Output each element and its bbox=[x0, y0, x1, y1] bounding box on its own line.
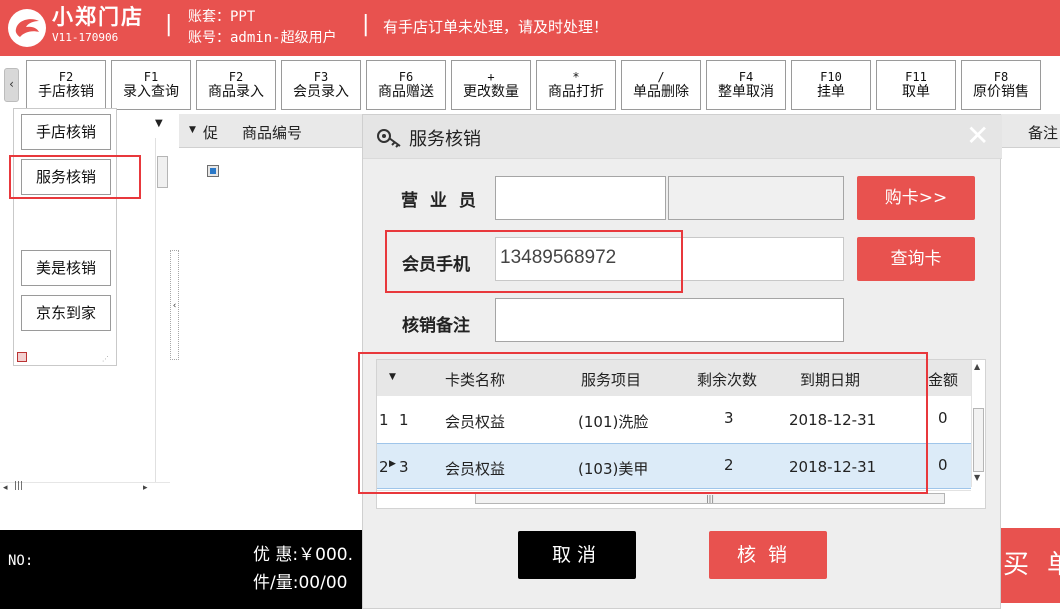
toolbar-button-shortcut: * bbox=[572, 70, 580, 84]
query-card-button[interactable]: 查询卡 bbox=[857, 237, 975, 281]
side-menu: 手店核销 服务核销 美是核销 京东到家 ⋰ bbox=[13, 108, 117, 366]
function-toolbar: ‹ F2 手店核销 F1 录入查询 F2 商品录入 F3 会员录入 F6 商品赠送 + 更改数量 * 商品… bbox=[0, 56, 1060, 112]
app-header: 小郑门店 V11-170906 | 账套：PPT 账号：admin-超级用户 |… bbox=[0, 0, 1060, 56]
highlight-member-phone bbox=[385, 230, 683, 293]
salesperson-name-field bbox=[668, 176, 844, 220]
verify-note-label: 核销备注 bbox=[402, 316, 470, 336]
left-scrollbar[interactable] bbox=[155, 138, 169, 483]
checkout-button[interactable]: 买单 bbox=[1001, 528, 1060, 603]
row-select-checkbox[interactable] bbox=[207, 165, 219, 177]
amount-cell: 0 bbox=[938, 409, 948, 427]
toolbar-button-label: 商品打折 bbox=[548, 84, 604, 100]
toolbar-button-label: 更改数量 bbox=[463, 84, 519, 100]
header-divider: | bbox=[362, 12, 370, 37]
pos-window: 小郑门店 V11-170906 | 账套：PPT 账号：admin-超级用户 |… bbox=[0, 0, 1060, 609]
toolbar-button-shortcut: F3 bbox=[313, 70, 329, 84]
account-set-label: 账套：PPT bbox=[188, 9, 256, 25]
side-menu-jd-daojia[interactable]: 京东到家 bbox=[21, 295, 111, 331]
service-verify-dialog: 服务核销 ✕ 营 业 员 购卡>> 会员手机 13489568972 查询卡 核… bbox=[358, 114, 1002, 609]
toolbar-button-shortcut: F6 bbox=[398, 70, 414, 84]
chevron-down-icon[interactable]: ▼ bbox=[155, 118, 163, 129]
toolbar-button-label: 取单 bbox=[902, 84, 930, 100]
toolbar-button[interactable]: F2 商品录入 bbox=[196, 60, 276, 110]
toolbar-button-label: 整单取消 bbox=[718, 84, 774, 100]
side-menu-meishi-verify[interactable]: 美是核销 bbox=[21, 250, 111, 286]
toolbar-button-shortcut: / bbox=[657, 70, 665, 84]
column-amount: 金额 bbox=[928, 371, 959, 389]
toolbar-button-label: 挂单 bbox=[817, 84, 845, 100]
toolbar-button-label: 原价销售 bbox=[973, 84, 1029, 100]
scroll-down-arrow-icon[interactable]: ▼ bbox=[974, 473, 980, 482]
left-horizontal-scrollbar[interactable]: ◂ ||| ▸ bbox=[0, 481, 170, 496]
scroll-left-arrow-icon[interactable]: ◂ bbox=[3, 483, 8, 493]
side-menu-shoudian-verify[interactable]: 手店核销 bbox=[21, 114, 111, 150]
toolbar-button-shortcut: F8 bbox=[993, 70, 1009, 84]
toolbar-button[interactable]: F4 整单取消 bbox=[706, 60, 786, 110]
close-icon[interactable]: ✕ bbox=[966, 121, 989, 151]
salesperson-label: 营 业 员 bbox=[401, 191, 479, 211]
verify-button[interactable]: 核销 bbox=[709, 531, 827, 579]
resize-grip-icon[interactable]: ⋰ bbox=[102, 355, 112, 363]
toolbar-button-shortcut: + bbox=[487, 70, 495, 84]
scrollbar-thumb[interactable]: ||| bbox=[475, 493, 945, 504]
toolbar-button[interactable]: * 商品打折 bbox=[536, 60, 616, 110]
salesperson-code-input[interactable] bbox=[495, 176, 666, 220]
toolbar-button-label: 会员录入 bbox=[293, 84, 349, 100]
toolbar-button-label: 手店核销 bbox=[38, 84, 94, 100]
amount-cell: 0 bbox=[938, 456, 948, 474]
buy-card-button[interactable]: 购卡>> bbox=[857, 176, 975, 220]
toolbar-button-shortcut: F2 bbox=[58, 70, 74, 84]
toolbar-button-label: 商品赠送 bbox=[378, 84, 434, 100]
toolbar-button-shortcut: F1 bbox=[143, 70, 159, 84]
toolbar-button[interactable]: + 更改数量 bbox=[451, 60, 531, 110]
verify-note-input[interactable] bbox=[495, 298, 844, 342]
close-panel-icon[interactable] bbox=[17, 352, 27, 362]
card-table-scrollbar[interactable]: ▲ ▼ bbox=[971, 360, 985, 487]
highlight-service-verify bbox=[9, 155, 141, 199]
toolbar-button[interactable]: F10 挂单 bbox=[791, 60, 871, 110]
dialog-title-bar[interactable]: 服务核销 ✕ bbox=[363, 115, 1002, 159]
toolbar-button[interactable]: F3 会员录入 bbox=[281, 60, 361, 110]
scroll-right-arrow-icon[interactable]: ▸ bbox=[143, 483, 148, 493]
header-divider: | bbox=[165, 12, 173, 37]
brand-logo-icon bbox=[8, 9, 46, 47]
version-label: V11-170906 bbox=[52, 31, 119, 44]
summary-bar: NO: 优 惠:￥000. 件/量:00/00 bbox=[0, 530, 362, 609]
toolbar-button-shortcut: F10 bbox=[820, 70, 842, 84]
sort-icon[interactable]: ▼ bbox=[189, 125, 196, 135]
toolbar-button[interactable]: F2 手店核销 bbox=[26, 60, 106, 110]
account-info: 账套：PPT 账号：admin-超级用户 bbox=[188, 7, 337, 49]
highlight-card-table bbox=[358, 352, 928, 494]
toolbar-button[interactable]: F1 录入查询 bbox=[111, 60, 191, 110]
quantity-total: 件/量:00/00 bbox=[253, 573, 348, 593]
scrollbar-thumb[interactable] bbox=[973, 408, 984, 472]
key-icon bbox=[376, 126, 404, 154]
column-note: 备注 bbox=[1028, 124, 1059, 142]
toolbar-button-label: 单品删除 bbox=[633, 84, 689, 100]
toolbar-button[interactable]: F11 取单 bbox=[876, 60, 956, 110]
toolbar-button-label: 录入查询 bbox=[123, 84, 179, 100]
toolbar-button[interactable]: / 单品删除 bbox=[621, 60, 701, 110]
column-promo: 促 bbox=[203, 124, 219, 142]
toolbar-button-shortcut: F4 bbox=[738, 70, 754, 84]
toolbar-button[interactable]: F8 原价销售 bbox=[961, 60, 1041, 110]
toolbar-button-shortcut: F11 bbox=[905, 70, 927, 84]
scrollbar-thumb[interactable] bbox=[157, 156, 168, 188]
dialog-title: 服务核销 bbox=[409, 129, 481, 150]
discount-total: 优 惠:￥000. bbox=[253, 545, 353, 565]
account-user-label: 账号：admin-超级用户 bbox=[188, 30, 337, 46]
toolbar-button[interactable]: F6 商品赠送 bbox=[366, 60, 446, 110]
scroll-up-arrow-icon[interactable]: ▲ bbox=[974, 362, 980, 371]
toolbar-scroll-left-button[interactable]: ‹ bbox=[4, 68, 19, 102]
toolbar-button-label: 商品录入 bbox=[208, 84, 264, 100]
column-item-code: 商品编号 bbox=[242, 124, 303, 142]
order-notice[interactable]: 有手店订单未处理，请及时处理！ bbox=[383, 16, 608, 38]
order-number-label: NO: bbox=[8, 553, 34, 569]
scroll-thumb-grip[interactable]: ||| bbox=[14, 481, 23, 491]
panel-splitter[interactable]: ‹ bbox=[170, 250, 179, 360]
toolbar-button-shortcut: F2 bbox=[228, 70, 244, 84]
store-name: 小郑门店 bbox=[52, 4, 144, 29]
cancel-button[interactable]: 取消 bbox=[518, 531, 636, 579]
store-info: 小郑门店 V11-170906 bbox=[52, 4, 144, 45]
